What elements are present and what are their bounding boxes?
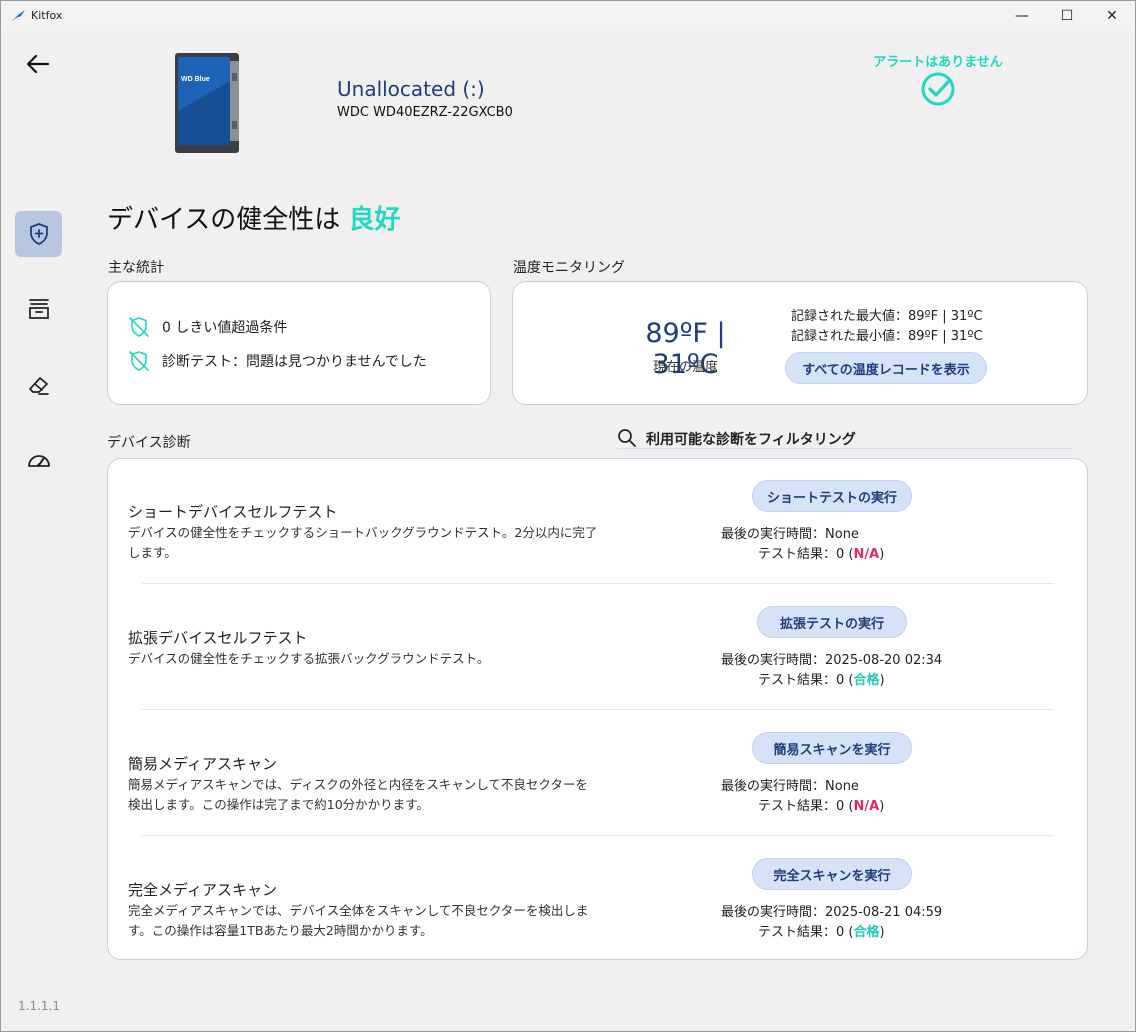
speedometer-icon xyxy=(27,455,50,467)
stat-item: 診断テスト：問題は見つかりませんでした xyxy=(128,350,427,372)
alerts-status: アラートはありません xyxy=(873,55,1003,70)
result-status: 合格 xyxy=(853,673,880,688)
hard-drive-image: WD Blue xyxy=(171,51,243,155)
current-temperature-label: 現在の温度 xyxy=(652,360,718,375)
shield-plus-icon xyxy=(29,223,48,245)
max-temperature: 記録された最大値：89ºF | 31ºC xyxy=(791,309,983,324)
health-prefix: デバイスの健全性は xyxy=(107,205,341,235)
diagnostic-row: 完全メディアスキャン 完全メディアスキャンでは、デバイス全体をスキャンして不良セ… xyxy=(108,837,1087,963)
diagnostic-row: ショートデバイスセルフテスト デバイスの健全性をチェックするショートバックグラウ… xyxy=(108,459,1087,585)
run-short-test-button[interactable]: ショートテストの実行 xyxy=(752,480,912,512)
diagnostics-card: ショートデバイスセルフテスト デバイスの健全性をチェックするショートバックグラウ… xyxy=(107,458,1088,960)
last-run-time: 最後の実行時間：None xyxy=(721,779,859,794)
test-result: テスト結果：0 (N/A) xyxy=(758,799,885,814)
filter-placeholder: 利用可能な診断をフィルタリング xyxy=(646,432,856,448)
diagnostic-title: 完全メディアスキャン xyxy=(128,881,277,899)
last-run-time: 最後の実行時間：None xyxy=(721,527,859,542)
stats-label: 主な統計 xyxy=(108,260,164,276)
run-full-scan-button[interactable]: 完全スキャンを実行 xyxy=(752,858,912,890)
arrow-left-icon xyxy=(26,54,50,74)
result-status: 合格 xyxy=(853,925,880,940)
stat-text: 0 しきい値超過条件 xyxy=(162,320,288,336)
sidebar-item-storage[interactable] xyxy=(15,286,62,332)
maximize-button[interactable]: ☐ xyxy=(1044,1,1090,31)
stats-card: 0 しきい値超過条件 診断テスト：問題は見つかりませんでした xyxy=(107,281,491,405)
divider xyxy=(142,835,1054,836)
last-run-time: 最後の実行時間：2025-08-21 04:59 xyxy=(721,905,943,920)
min-temperature: 記録された最小値：89ºF | 31ºC xyxy=(791,329,983,344)
svg-text:WD Blue: WD Blue xyxy=(181,76,210,83)
diagnostics-filter[interactable]: 利用可能な診断をフィルタリング xyxy=(617,427,1073,449)
close-button[interactable]: ✕ xyxy=(1089,1,1135,31)
app-version: 1.1.1.1 xyxy=(18,999,60,1013)
stat-text: 診断テスト：問題は見つかりませんでした xyxy=(162,354,427,370)
diagnostic-title: 拡張デバイスセルフテスト xyxy=(128,629,308,647)
stat-item: 0 しきい値超過条件 xyxy=(128,316,287,338)
result-status: N/A xyxy=(853,547,880,562)
back-button[interactable] xyxy=(23,49,53,79)
temperature-label: 温度モニタリング xyxy=(513,260,625,276)
archive-box-icon xyxy=(28,299,49,319)
health-heading: デバイスの健全性は 良好 xyxy=(107,199,401,236)
diagnostic-row: 簡易メディアスキャン 簡易メディアスキャンでは、ディスクの外径と内径をスキャンし… xyxy=(108,711,1087,837)
check-circle-icon xyxy=(921,72,955,106)
minimize-button[interactable]: — xyxy=(999,1,1045,31)
divider xyxy=(142,709,1054,710)
diagnostic-description: 簡易メディアスキャンでは、ディスクの外径と内径をスキャンして不良セクターを検出し… xyxy=(128,777,588,812)
diagnostic-title: ショートデバイスセルフテスト xyxy=(128,503,338,521)
test-result: テスト結果：0 (N/A) xyxy=(758,547,885,562)
title-bar: Kitfox — ☐ ✕ xyxy=(1,1,1135,31)
search-icon xyxy=(618,429,636,447)
eraser-icon xyxy=(28,377,49,395)
device-model: WDC WD40EZRZ-22GXCB0 xyxy=(337,105,513,120)
sidebar-item-erase[interactable] xyxy=(15,362,62,408)
temperature-card: 89ºF | 31ºC 現在の温度 記録された最大値：89ºF | 31ºC 記… xyxy=(512,281,1088,405)
result-status: N/A xyxy=(853,799,880,814)
shield-off-icon xyxy=(129,317,149,337)
device-name: Unallocated (:) xyxy=(337,77,485,101)
health-status: 良好 xyxy=(348,205,401,235)
run-quick-scan-button[interactable]: 簡易スキャンを実行 xyxy=(752,732,912,764)
last-run-time: 最後の実行時間：2025-08-20 02:34 xyxy=(721,653,943,668)
shield-off-icon xyxy=(129,351,149,371)
kitfox-logo-icon xyxy=(11,10,25,22)
divider xyxy=(142,583,1054,584)
diagnostics-label: デバイス診断 xyxy=(107,435,191,451)
test-result: テスト結果：0 (合格) xyxy=(758,925,885,940)
view-temperature-records-button[interactable]: すべての温度レコードを表示 xyxy=(785,352,987,384)
diagnostic-description: デバイスの健全性をチェックする拡張バックグラウンドテスト。 xyxy=(128,651,490,666)
diagnostic-description: 完全メディアスキャンでは、デバイス全体をスキャンして不良セクターを検出します。こ… xyxy=(128,903,589,938)
window-title: Kitfox xyxy=(31,9,63,22)
test-result: テスト結果：0 (合格) xyxy=(758,673,885,688)
diagnostic-row: 拡張デバイスセルフテスト デバイスの健全性をチェックする拡張バックグラウンドテス… xyxy=(108,585,1087,711)
sidebar-item-health[interactable] xyxy=(15,211,62,257)
diagnostic-title: 簡易メディアスキャン xyxy=(128,755,277,773)
diagnostic-description: デバイスの健全性をチェックするショートバックグラウンドテスト。2分以内に完了しま… xyxy=(128,525,598,560)
run-extended-test-button[interactable]: 拡張テストの実行 xyxy=(757,606,907,638)
sidebar-item-performance[interactable] xyxy=(15,438,62,484)
